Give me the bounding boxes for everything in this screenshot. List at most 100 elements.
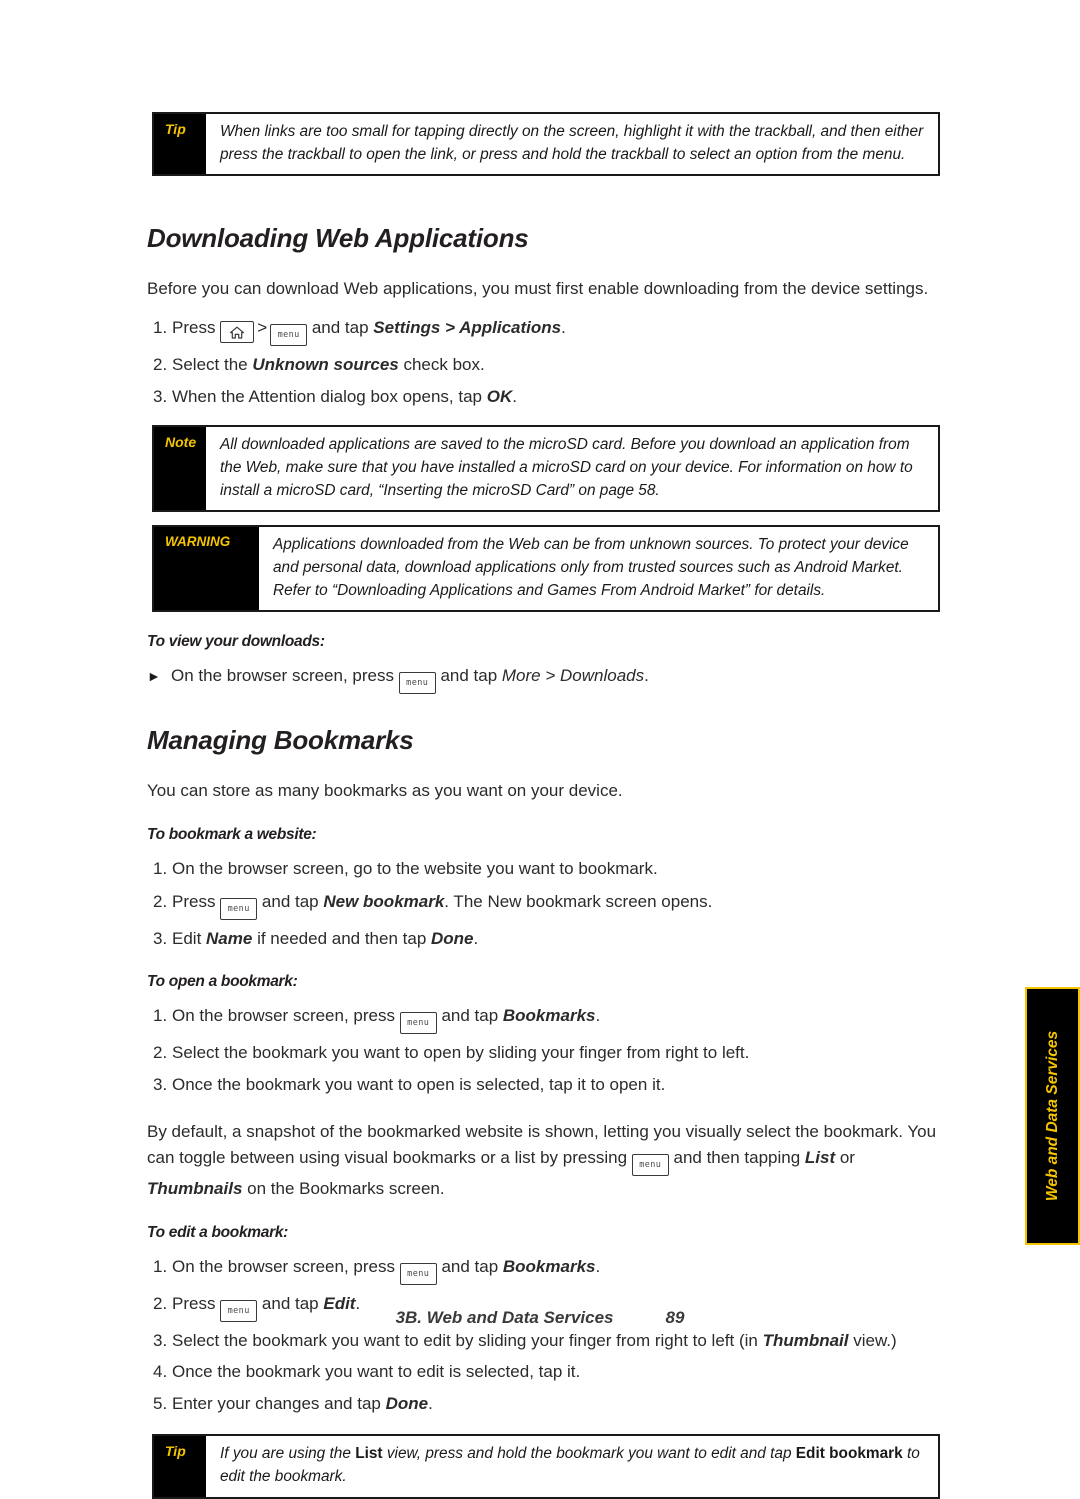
step-number: 2. (153, 1043, 168, 1063)
callout-warning: WARNING Applications downloaded from the… (152, 525, 940, 613)
step-text: On the browser screen, go to the website… (172, 859, 658, 879)
step-text-emph: OK (486, 386, 513, 406)
bullet-text-mid: and tap (435, 666, 502, 686)
step-to-bookmark-3: 3. Edit Name if needed and then tap Done… (147, 926, 940, 952)
bullet-text-pre: On the browser screen, press (171, 666, 399, 686)
menu-key-icon[interactable]: menu (270, 324, 308, 347)
step-text: On the browser screen, press menu and ta… (172, 1003, 940, 1035)
footer-chapter-title: 3B. Web and Data Services (395, 1308, 614, 1327)
downloading-intro: Before you can download Web applications… (147, 279, 929, 299)
callout-body-tip: When links are too small for tapping dir… (206, 114, 938, 174)
step-text: Select the bookmark you want to edit by … (172, 1328, 940, 1354)
step-text-mid: and tap (436, 1006, 503, 1026)
step-number: 1. (153, 859, 168, 879)
step-text-emph: New bookmark (323, 891, 445, 911)
step-to-bookmark-2: 2. Press menu and tap New bookmark. The … (147, 889, 940, 920)
warning-line3: “Downloading Applications and Games From… (332, 581, 826, 599)
toggle-part2: and then tapping (668, 1147, 805, 1167)
step-text: Press menu and tap New bookmark. The New… (172, 889, 940, 920)
subhead-to-edit: To edit a bookmark: (147, 1223, 288, 1241)
callout-tip-top: Tip When links are too small for tapping… (152, 112, 940, 177)
step-to-open-2: 2. Select the bookmark you want to open … (147, 1040, 940, 1066)
step-number: 1. (153, 318, 168, 338)
step-text-emph: Bookmarks (502, 1256, 596, 1276)
step-number: 1. (153, 1256, 168, 1276)
step-number: 3. (153, 928, 168, 948)
page-content: Tip When links are too small for tapping… (147, 112, 940, 1499)
step-number: 3. (153, 1074, 168, 1094)
chapter-thumb-tab-label: Web and Data Services (1043, 1030, 1061, 1202)
bullet-text-post: . (644, 666, 649, 686)
bullet-view-downloads: ► On the browser screen, press menu and … (147, 663, 940, 695)
step-downloading-1: 1. Press > menu and tap Settings > Applic… (147, 315, 940, 347)
tip-bottom-line2: bookmark. (274, 1467, 347, 1485)
step-text-pre: On the browser screen, press (172, 1006, 400, 1026)
step-number: 5. (153, 1393, 168, 1413)
bookmarks-toggle-paragraph: By default, a snapshot of the bookmarked… (147, 1119, 940, 1200)
triangle-bullet-icon: ► (147, 668, 161, 685)
step-number: 1. (153, 1006, 168, 1026)
step-text-post: . (595, 1256, 601, 1276)
step-text-emph: Bookmarks (502, 1006, 596, 1026)
menu-key-icon[interactable]: menu (399, 1262, 437, 1285)
step-text-pre: When the Attention dialog box opens, tap (172, 386, 487, 406)
subhead-view-downloads: To view your downloads: (147, 633, 325, 651)
step-text-mid: and tap (257, 891, 324, 911)
step-text-post: . (512, 386, 517, 406)
step-text: Once the bookmark you want to open is se… (172, 1074, 666, 1094)
step-text-pre: Press (172, 891, 221, 911)
step-downloading-2: 2. Select the Unknown sources check box. (147, 352, 940, 378)
step-text-emph: Name (206, 928, 253, 948)
tip-top-line2: trackball to open the link, or press and… (287, 145, 906, 163)
callout-label-warning: WARNING (154, 527, 259, 611)
step-text-emph: Settings > Applications (373, 318, 562, 338)
menu-key-icon[interactable]: menu (398, 672, 436, 695)
step-text-emph: Unknown sources (252, 355, 399, 375)
step-to-edit-4: 4. Once the bookmark you want to edit is… (147, 1359, 940, 1385)
step-to-open-3: 3. Once the bookmark you want to open is… (147, 1072, 940, 1098)
step-text-pre: Select the bookmark you want to edit by … (172, 1330, 763, 1350)
tip-bottom-list: List (355, 1445, 383, 1463)
menu-key-icon[interactable]: menu (220, 897, 258, 920)
chapter-thumb-tab: Web and Data Services (1025, 987, 1080, 1245)
step-downloading-3: 3. When the Attention dialog box opens, … (147, 384, 940, 410)
section-title-downloading: Downloading Web Applications (147, 223, 529, 254)
step-to-open-1: 1. On the browser screen, press menu and… (147, 1003, 940, 1035)
step-text-pre: On the browser screen, press (172, 1256, 400, 1276)
callout-note: Note All downloaded applications are sav… (152, 425, 940, 513)
callout-label-note: Note (154, 427, 206, 511)
bookmarks-intro: You can store as many bookmarks as you w… (147, 781, 623, 801)
step-text-mid: if needed and then tap (252, 928, 431, 948)
step-text-pre: Edit (172, 928, 207, 948)
toggle-emph-list: List (804, 1147, 836, 1167)
callout-body-tip-bottom: If you are using the List view, press an… (206, 1436, 938, 1496)
home-key-icon[interactable] (220, 321, 255, 344)
step-text-post: check box. (398, 355, 485, 375)
step-text-mid: and tap (436, 1256, 503, 1276)
callout-tip-bottom: Tip If you are using the List view, pres… (152, 1434, 940, 1499)
tip-bottom-b: view, press and hold the bookmark you wa… (382, 1445, 796, 1463)
step-number: 4. (153, 1362, 168, 1382)
step-text-post: . (473, 928, 479, 948)
step-text: Enter your changes and tap Done. (172, 1391, 940, 1417)
step-to-edit-3: 3. Select the bookmark you want to edit … (147, 1328, 940, 1354)
subhead-to-bookmark: To bookmark a website: (147, 826, 317, 844)
step-separator-gt: > (257, 318, 268, 338)
step-text: On the browser screen, press menu and ta… (172, 1254, 940, 1285)
step-text: Select the Unknown sources check box. (172, 352, 940, 378)
callout-body-note: All downloaded applications are saved to… (206, 427, 938, 510)
subhead-to-open: To open a bookmark: (147, 973, 298, 991)
toggle-emph-thumbnails: Thumbnails (147, 1178, 243, 1198)
step-text-pre: Select the (172, 355, 253, 375)
step-text: Press > menu and tap Settings > Applicati… (172, 315, 940, 347)
step-text: When the Attention dialog box opens, tap… (172, 384, 940, 410)
step-text: Edit Name if needed and then tap Done. (172, 926, 940, 952)
step-text: Once the bookmark you want to edit is se… (172, 1362, 581, 1382)
step-text-post: . (595, 1006, 601, 1026)
callout-label-tip: Tip (154, 1436, 206, 1497)
menu-key-icon[interactable]: menu (631, 1153, 669, 1176)
step-number: 3. (153, 386, 168, 406)
menu-key-icon[interactable]: menu (399, 1012, 437, 1035)
bullet-text: On the browser screen, press menu and ta… (171, 663, 649, 695)
step-text-post: . (561, 318, 566, 338)
